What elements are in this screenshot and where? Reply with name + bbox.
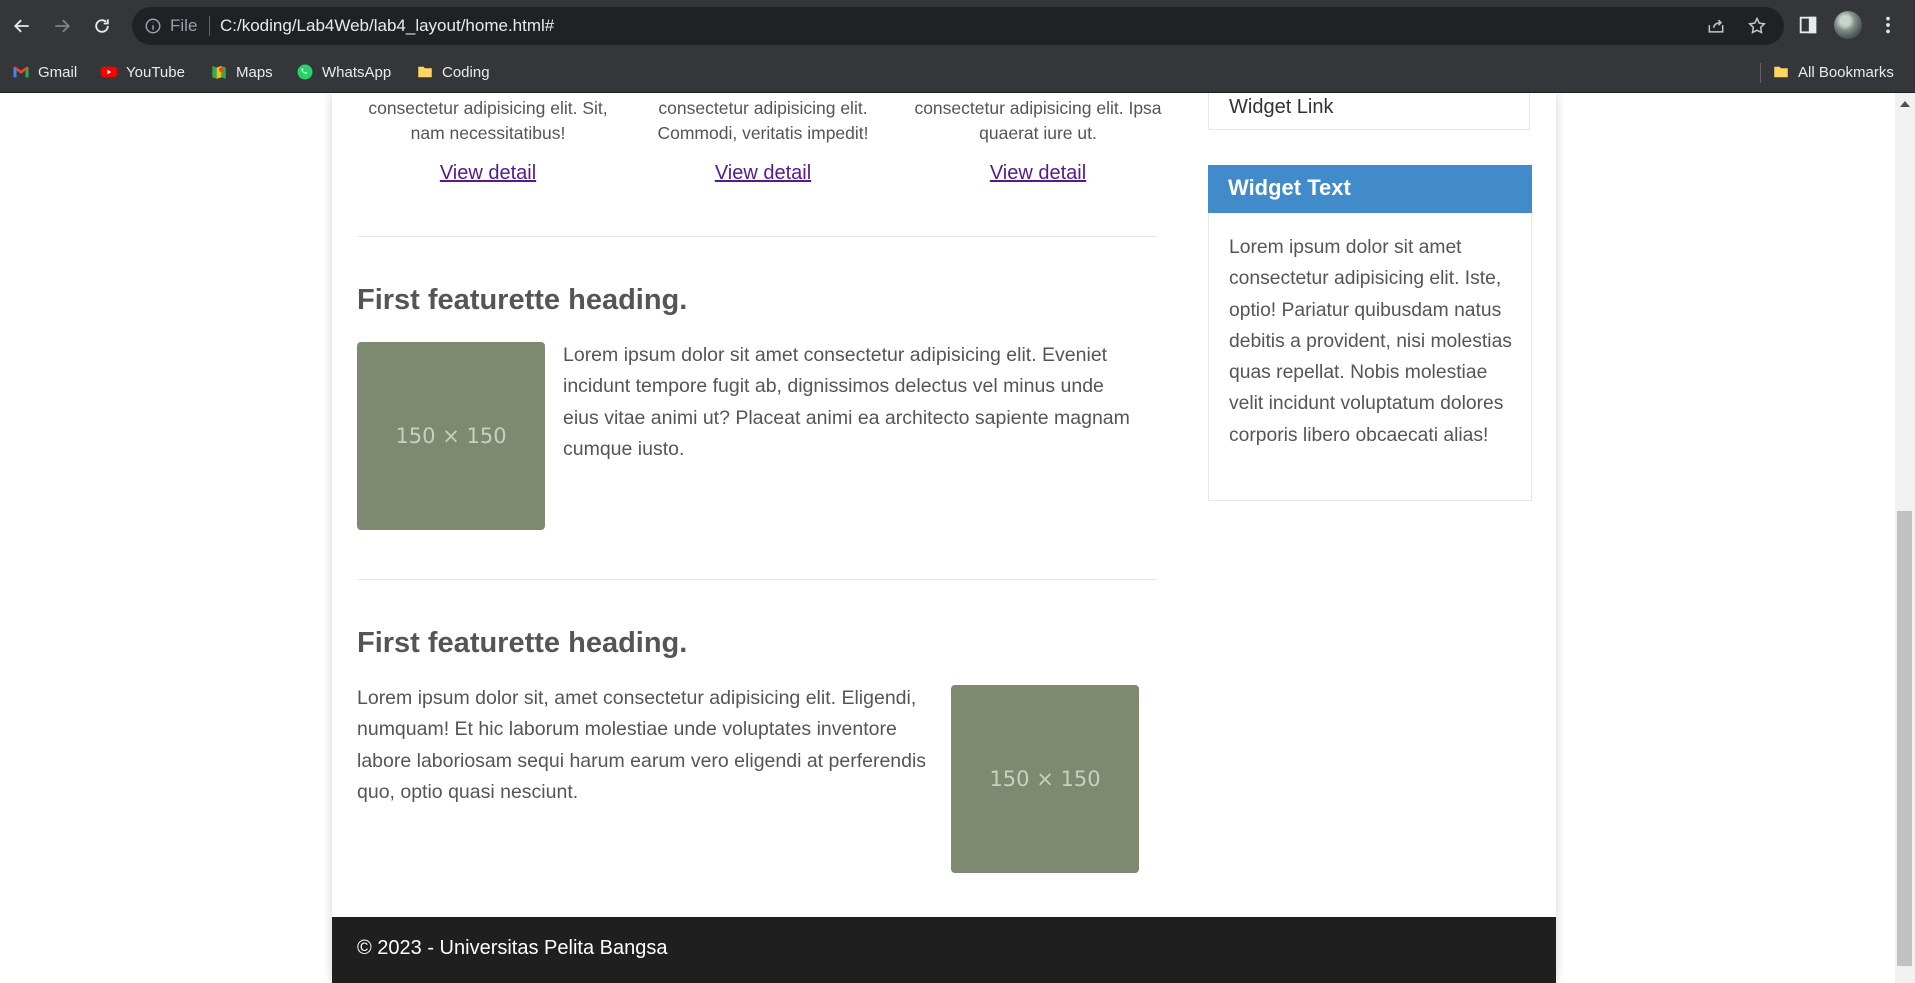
folder-icon xyxy=(1774,66,1788,78)
thumbnail-caption: consectetur adipisicing elit. Sit, nam n… xyxy=(368,98,608,143)
vertical-scrollbar[interactable] xyxy=(1895,93,1915,983)
bookmark-label: Gmail xyxy=(38,63,78,81)
forward-arrow-icon xyxy=(55,19,70,33)
omnibox-separator xyxy=(209,16,211,36)
bookmark-gmail[interactable]: Gmail xyxy=(12,61,77,83)
thumbnail-caption: consectetur adipisicing elit. Commodi, v… xyxy=(657,98,869,143)
featurette-text: Lorem ipsum dolor sit, amet consectetur … xyxy=(357,687,927,803)
widget-link-box: Widget Link xyxy=(1208,93,1530,130)
footer: © 2023 - Universitas Pelita Bangsa xyxy=(332,917,1556,983)
widget-link[interactable]: Widget Link xyxy=(1229,96,1334,119)
site-info-chip[interactable]: File xyxy=(144,16,211,36)
widget-text-title: Widget Text xyxy=(1208,165,1532,213)
profile-avatar[interactable] xyxy=(1834,11,1862,39)
maps-icon xyxy=(212,66,226,79)
bookmarks-separator xyxy=(1760,63,1761,83)
view-detail-link[interactable]: View detail xyxy=(357,162,619,185)
divider xyxy=(357,236,1157,237)
reload-icon xyxy=(95,19,109,33)
featurette-heading: First featurette heading. xyxy=(357,627,688,659)
footer-text: © 2023 - Universitas Pelita Bangsa xyxy=(357,937,668,959)
site-info-label: File xyxy=(170,16,198,35)
gmail-icon xyxy=(13,66,29,78)
forward-button[interactable] xyxy=(48,12,76,40)
back-button[interactable] xyxy=(8,12,36,40)
scroll-up-arrow-icon[interactable] xyxy=(1900,101,1910,107)
featurette-image: 150 × 150 xyxy=(951,685,1139,873)
folder-icon xyxy=(418,66,432,78)
side-panel-icon[interactable] xyxy=(1797,14,1819,36)
bookmark-whatsapp[interactable]: WhatsApp xyxy=(296,61,391,83)
widget-text-body: Lorem ipsum dolor sit amet consectetur a… xyxy=(1229,237,1512,446)
bookmark-label: YouTube xyxy=(126,63,185,81)
all-bookmarks-label: All Bookmarks xyxy=(1798,63,1894,81)
divider xyxy=(357,579,1157,580)
page-container: consectetur adipisicing elit. Sit, nam n… xyxy=(332,93,1556,983)
page-viewport: consectetur adipisicing elit. Sit, nam n… xyxy=(0,93,1895,983)
share-icon[interactable] xyxy=(1706,16,1726,36)
url-text[interactable]: C:/koding/Lab4Web/lab4_layout/home.html# xyxy=(220,16,554,36)
widget-text-box: Widget Text Lorem ipsum dolor sit amet c… xyxy=(1208,165,1532,501)
address-bar[interactable]: File C:/koding/Lab4Web/lab4_layout/home.… xyxy=(132,7,1784,45)
youtube-icon xyxy=(100,66,118,78)
more-menu-icon[interactable] xyxy=(1877,14,1899,36)
info-icon xyxy=(145,18,161,34)
bookmark-star-icon[interactable] xyxy=(1747,16,1767,36)
bookmark-label: WhatsApp xyxy=(322,63,392,81)
browser-toolbar: File C:/koding/Lab4Web/lab4_layout/home.… xyxy=(0,0,1915,52)
reload-button[interactable] xyxy=(88,12,116,40)
scrollbar-thumb[interactable] xyxy=(1897,511,1912,966)
featurette-image: 150 × 150 xyxy=(357,342,545,530)
view-detail-link[interactable]: View detail xyxy=(907,162,1169,185)
view-detail-link[interactable]: View detail xyxy=(632,162,894,185)
featurette-text: Lorem ipsum dolor sit amet consectetur a… xyxy=(563,344,1130,460)
bookmark-coding[interactable]: Coding xyxy=(416,61,490,83)
thumbnail-caption: consectetur adipisicing elit. Ipsa quaer… xyxy=(914,98,1162,143)
featurette-heading: First featurette heading. xyxy=(357,284,688,316)
all-bookmarks-button[interactable]: All Bookmarks xyxy=(1772,61,1894,83)
bookmark-maps[interactable]: Maps xyxy=(210,61,273,83)
whatsapp-icon xyxy=(297,64,313,80)
bookmark-label: Coding xyxy=(442,63,490,81)
bookmarks-bar: Gmail YouTube Maps WhatsApp Coding All B… xyxy=(0,52,1915,93)
bookmark-label: Maps xyxy=(236,63,273,81)
bookmark-youtube[interactable]: YouTube xyxy=(100,61,185,83)
back-arrow-icon xyxy=(14,19,29,33)
